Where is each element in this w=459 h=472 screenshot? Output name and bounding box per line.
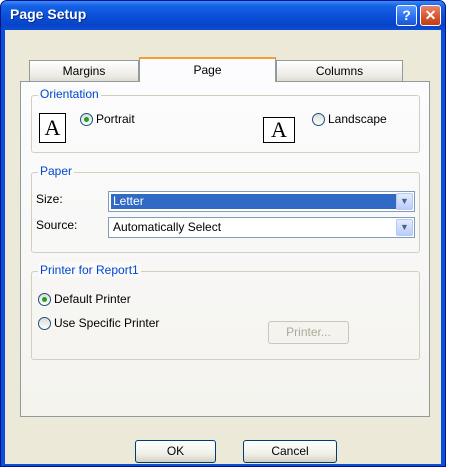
title-bar[interactable]: Page Setup ? ✕ — [1, 1, 445, 29]
chevron-down-icon[interactable]: ▼ — [396, 193, 413, 210]
landscape-radio[interactable] — [312, 113, 325, 126]
portrait-icon: A — [39, 113, 66, 143]
size-label: Size: — [36, 192, 63, 206]
paper-group: Paper Size: Letter ▼ Source: Automatical… — [31, 164, 420, 253]
size-value: Letter — [111, 194, 397, 209]
specific-printer-radio[interactable] — [38, 317, 51, 330]
tab-margins[interactable]: Margins — [29, 60, 139, 82]
portrait-radio[interactable] — [80, 113, 93, 126]
landscape-glyph: A — [271, 117, 287, 142]
help-button[interactable]: ? — [396, 5, 417, 26]
paper-group-title: Paper — [38, 164, 75, 178]
size-dropdown[interactable]: Letter ▼ — [108, 191, 415, 212]
portrait-label[interactable]: Portrait — [96, 112, 135, 126]
tab-columns[interactable]: Columns — [276, 60, 403, 82]
chevron-down-icon[interactable]: ▼ — [396, 219, 413, 236]
orientation-group-title: Orientation — [38, 87, 101, 101]
tab-label: Columns — [315, 64, 364, 78]
tab-label: Margins — [62, 64, 106, 78]
cancel-button-label: Cancel — [271, 444, 309, 458]
default-printer-label[interactable]: Default Printer — [54, 292, 131, 306]
cancel-button[interactable]: Cancel — [243, 440, 337, 463]
specific-printer-label[interactable]: Use Specific Printer — [54, 316, 159, 330]
landscape-icon: A — [263, 117, 295, 143]
page-setup-dialog: Page Setup ? ✕ Margins Page Columns Orie… — [0, 0, 446, 467]
dropdown-arrow: ▼ — [400, 196, 409, 206]
landscape-label[interactable]: Landscape — [328, 112, 387, 126]
dropdown-arrow: ▼ — [400, 222, 409, 232]
portrait-glyph: A — [44, 115, 61, 140]
help-icon: ? — [402, 7, 411, 23]
dialog-title: Page Setup — [10, 6, 87, 22]
source-label: Source: — [36, 218, 78, 232]
page-tab-panel: Orientation A Portrait A Landscape Paper… — [20, 81, 430, 417]
source-value: Automatically Select — [113, 220, 222, 234]
printer-button-label: Printer... — [286, 325, 331, 339]
dialog-client-area: Margins Page Columns Orientation A Portr… — [5, 30, 441, 464]
printer-group: Printer for Report1 Default Printer Use … — [31, 263, 420, 360]
printer-button[interactable]: Printer... — [268, 321, 349, 344]
close-icon: ✕ — [424, 7, 437, 23]
tab-page[interactable]: Page — [139, 57, 276, 82]
orientation-group: Orientation A Portrait A Landscape — [31, 87, 420, 153]
ok-button-label: OK — [166, 444, 185, 458]
close-button[interactable]: ✕ — [420, 5, 441, 26]
tab-label: Page — [193, 63, 222, 77]
printer-group-title: Printer for Report1 — [38, 263, 141, 277]
default-printer-radio[interactable] — [38, 293, 51, 306]
ok-button[interactable]: OK — [135, 440, 216, 463]
source-dropdown[interactable]: Automatically Select ▼ — [108, 217, 415, 238]
